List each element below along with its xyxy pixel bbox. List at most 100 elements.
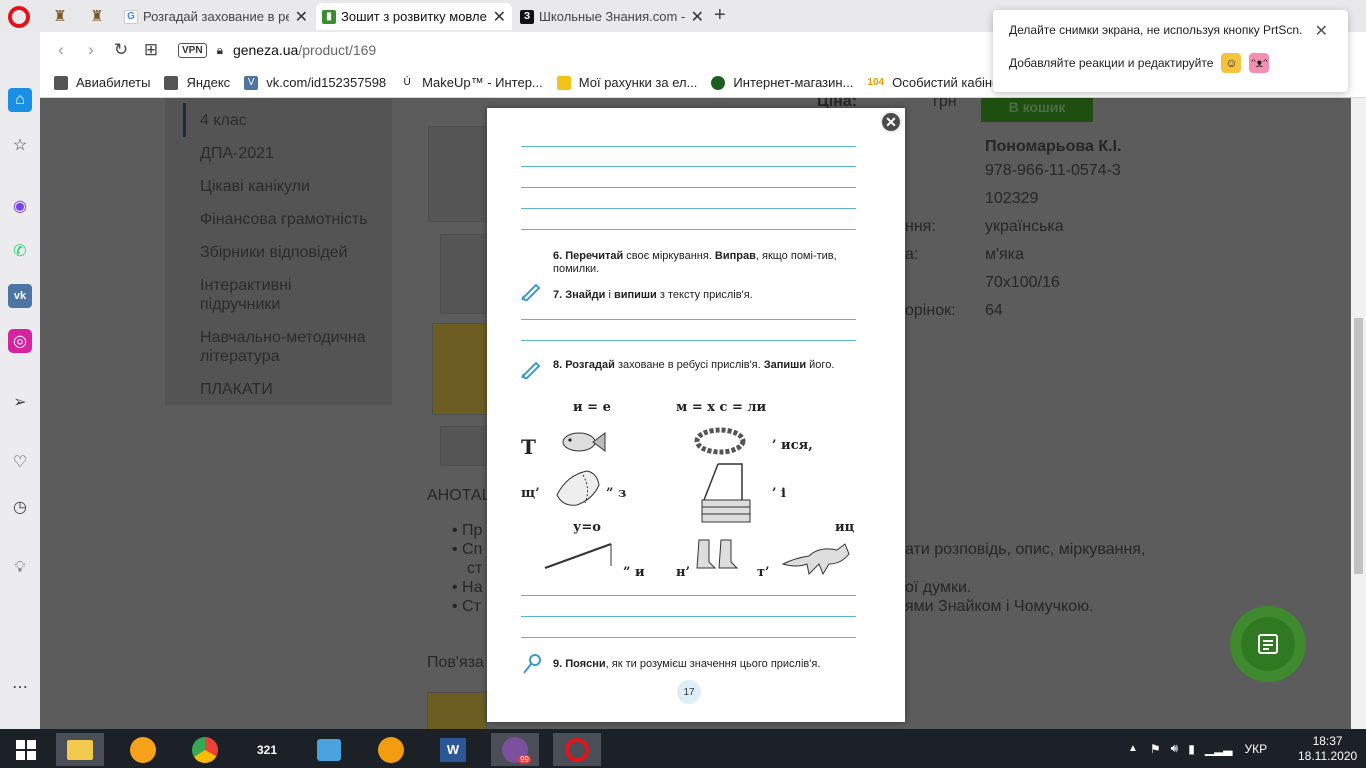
annotation-text: ати розповідь, опис, міркування, (905, 541, 1146, 558)
document-icon (1258, 634, 1278, 654)
tab-geneza[interactable]: ▮ Зошит з розвитку мовлен ✕ (316, 3, 512, 30)
reload-button[interactable]: ↻ (106, 40, 136, 60)
messenger-icon[interactable]: ◉ (8, 194, 32, 218)
menu-item-methodical[interactable]: Навчально-методична література (200, 328, 390, 366)
opera-taskbar-icon[interactable] (553, 733, 601, 766)
add-to-cart-button[interactable]: В кошик (981, 98, 1093, 122)
writing-line (521, 319, 856, 320)
vk-icon[interactable]: vk (8, 284, 32, 308)
pages-label: орінок: (905, 302, 956, 319)
settings-gear-icon[interactable] (367, 733, 415, 766)
rebus-hint: и = е (573, 400, 611, 415)
rebus-fragment: н’ (676, 565, 691, 580)
menu-item-dpa[interactable]: ДПА-2021 (200, 144, 274, 163)
task-6-text: 6. Перечитай своє міркування. Виправ, як… (553, 250, 837, 275)
related-heading: Пов'яза (427, 654, 484, 671)
aimp-icon[interactable] (119, 733, 167, 766)
menu-item-4-klas[interactable]: 4 клас (200, 111, 247, 130)
annotation-bullet: • Сп (452, 541, 483, 558)
instagram-icon[interactable]: ◎ (8, 329, 32, 353)
task-8-text: 8. Розгадай заховане в ребусі прислів'я.… (553, 359, 835, 371)
tab-rebus-search[interactable]: G Розгадай захование в ребу ✕ (118, 3, 314, 30)
clock-time: 18:37 (1312, 733, 1343, 748)
vpn-badge[interactable]: VPN (178, 42, 207, 58)
forward-button[interactable]: › (76, 40, 106, 60)
opera-logo-icon[interactable] (8, 6, 30, 28)
currency-label: грн (933, 98, 957, 110)
battery-icon[interactable]: ▮ (1188, 742, 1195, 756)
annotation-bullet: • На (452, 579, 483, 596)
viber-icon[interactable]: 99 (491, 733, 539, 766)
word-icon[interactable]: W (429, 733, 477, 766)
history-icon[interactable]: ◷ (8, 495, 32, 519)
clock[interactable]: 18:37 18.11.2020 (1298, 729, 1357, 768)
send-icon[interactable]: ➢ (8, 390, 32, 414)
url-field[interactable]: geneza.ua/product/169 (233, 42, 376, 58)
writing-line (521, 229, 856, 230)
lightbox-close-button[interactable]: ✕ (880, 111, 902, 133)
pinned-tab-icon[interactable]: ♜ (43, 4, 77, 28)
menu-item-posters[interactable]: ПЛАКАТИ (200, 380, 273, 399)
menu-item-kanikuly[interactable]: Цікаві канікули (200, 177, 310, 196)
pinned-tab-icon[interactable]: ♜ (80, 4, 114, 28)
volume-icon[interactable]: 🔊︎ (1171, 741, 1179, 756)
notification-close-icon[interactable]: ✕ (1315, 21, 1328, 41)
bookmark-item[interactable]: Яндекс (164, 75, 230, 90)
back-button[interactable]: ‹ (46, 40, 76, 60)
fish-icon (562, 432, 606, 452)
bookmark-item[interactable]: Vvk.com/id152357598 (244, 75, 386, 90)
whatsapp-icon[interactable]: ✆ (8, 239, 32, 263)
bookmark-item[interactable]: Мої рахунки за ел... (556, 75, 697, 90)
close-tab-icon[interactable]: ✕ (295, 7, 308, 27)
product-thumbnail[interactable] (440, 234, 488, 314)
product-cover-thumbnail[interactable] (432, 323, 488, 415)
lightbulb-icon[interactable]: 💡︎ (8, 556, 32, 580)
bookmark-item[interactable]: Авиабилеты (54, 75, 150, 90)
chat-fab-button[interactable] (1230, 606, 1306, 682)
network-icon[interactable]: ⚑ (1150, 742, 1161, 756)
video-player-icon[interactable] (305, 733, 353, 766)
format-value: 70x100/16 (985, 274, 1060, 291)
file-explorer-icon[interactable] (56, 733, 104, 766)
boots-icon (696, 539, 739, 569)
znanija-icon: З (520, 9, 534, 24)
new-tab-button[interactable]: + (714, 4, 726, 27)
writing-line (521, 637, 856, 638)
page-scrollbar[interactable] (1351, 98, 1366, 729)
writing-line (521, 616, 856, 617)
rebus-fragment: т’ (757, 565, 770, 580)
close-tab-icon[interactable]: ✕ (691, 7, 704, 27)
windows-taskbar: 321 W 99 ▲ ⚑ 🔊︎ ▮ ▁▂▃ УКР 18:37 18.11.20… (0, 729, 1366, 768)
heart-icon[interactable]: ♡ (8, 450, 32, 474)
windows-start-icon[interactable] (2, 733, 50, 766)
screenshot-notification: Делайте снимки экрана, не используя кноп… (993, 10, 1348, 92)
menu-item-finance[interactable]: Фінансова грамотність (200, 210, 368, 229)
tabs-grid-icon[interactable]: ⊞ (136, 40, 166, 60)
more-icon[interactable]: ⋯ (8, 675, 32, 699)
fishing-rod-icon (544, 543, 612, 569)
tray-expand-icon[interactable]: ▲ (1128, 743, 1138, 754)
lock-icon[interactable]: 🔒︎ (217, 43, 223, 58)
annotation-bullet: • Ст (452, 598, 481, 615)
makeup-icon: Ú (403, 77, 411, 88)
writing-line (521, 340, 856, 341)
vk-icon: V (244, 75, 259, 90)
chrome-icon[interactable] (181, 733, 229, 766)
bookmark-star-icon[interactable]: ☆ (8, 133, 32, 157)
home-icon[interactable]: ⌂ (8, 88, 32, 112)
bookmark-item[interactable]: Ú MakeUp™ - Интер... (400, 75, 543, 90)
related-product-thumbnail[interactable] (427, 692, 487, 729)
emoji-icon[interactable]: ☺ (1221, 53, 1242, 73)
bookmark-item[interactable]: Интернет-магазин... (711, 75, 853, 90)
menu-item-interactive[interactable]: Інтерактивні підручники (200, 276, 330, 314)
product-thumbnail[interactable] (440, 426, 488, 466)
media-player-classic-icon[interactable]: 321 (243, 733, 291, 766)
sticker-icon[interactable]: ᵔᴥᵔ (1249, 53, 1270, 73)
menu-item-answers[interactable]: Збірники відповідей (200, 243, 348, 262)
product-thumbnail[interactable] (428, 126, 488, 222)
tab-znanija[interactable]: З Школьные Знания.com - Р ✕ (514, 3, 710, 30)
language-indicator[interactable]: УКР (1245, 742, 1268, 756)
scrollbar-thumb[interactable] (1354, 318, 1363, 574)
close-tab-icon[interactable]: ✕ (493, 7, 506, 27)
signal-icon[interactable]: ▁▂▃ (1205, 742, 1233, 756)
